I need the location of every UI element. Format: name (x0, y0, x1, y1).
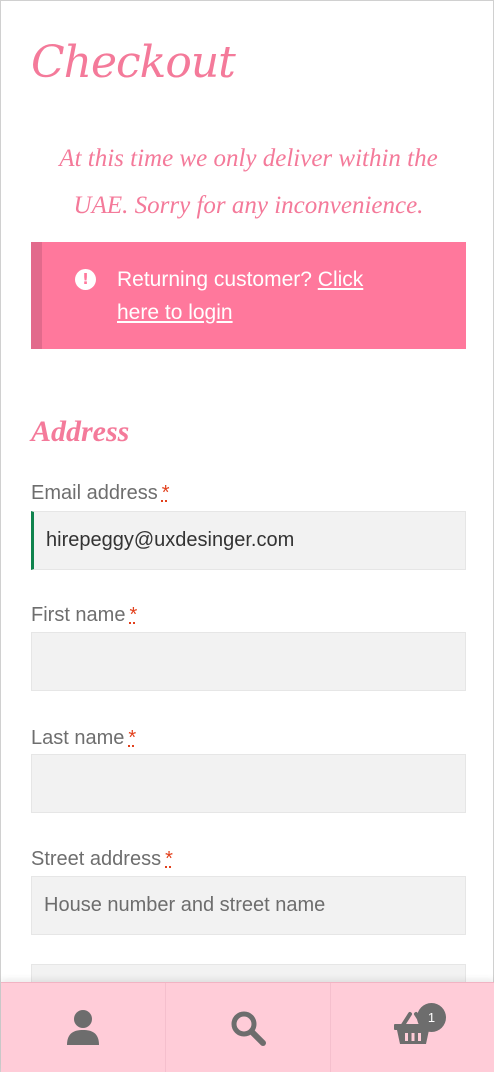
required-mark: * (129, 604, 138, 626)
required-mark: * (165, 848, 173, 870)
cart-button[interactable]: 1 (331, 983, 494, 1072)
search-button[interactable] (166, 983, 331, 1072)
exclamation-icon: ! (75, 269, 96, 290)
street-address-label: Street address * (31, 848, 173, 871)
returning-customer-notice: ! Returning customer? Click here to logi… (31, 242, 466, 349)
last-name-label-text: Last name (31, 727, 125, 749)
last-name-label: Last name * (31, 727, 136, 750)
required-mark: * (128, 727, 137, 749)
street-address-field[interactable] (31, 876, 466, 935)
search-icon (231, 1011, 266, 1046)
section-title-address: Address (31, 415, 130, 448)
cart-count-badge: 1 (417, 1003, 446, 1032)
account-button[interactable] (1, 983, 166, 1072)
info-prefix: Returning customer? (117, 268, 312, 291)
page-title: Checkout (31, 37, 236, 88)
bottom-navigation-bar: 1 (1, 982, 494, 1072)
email-field[interactable] (31, 511, 466, 570)
required-mark: * (161, 482, 170, 504)
street-address-label-text: Street address (31, 848, 162, 870)
delivery-notice: At this time we only deliver within the … (59, 145, 438, 219)
first-name-label: First name * (31, 604, 137, 627)
info-message: Returning customer? Click here to login (117, 263, 407, 329)
email-label-text: Email address (31, 482, 158, 504)
last-name-field[interactable] (31, 754, 466, 813)
account-icon (67, 1010, 99, 1045)
first-name-field[interactable] (31, 632, 466, 691)
first-name-label-text: First name (31, 604, 126, 626)
email-label: Email address * (31, 482, 170, 505)
